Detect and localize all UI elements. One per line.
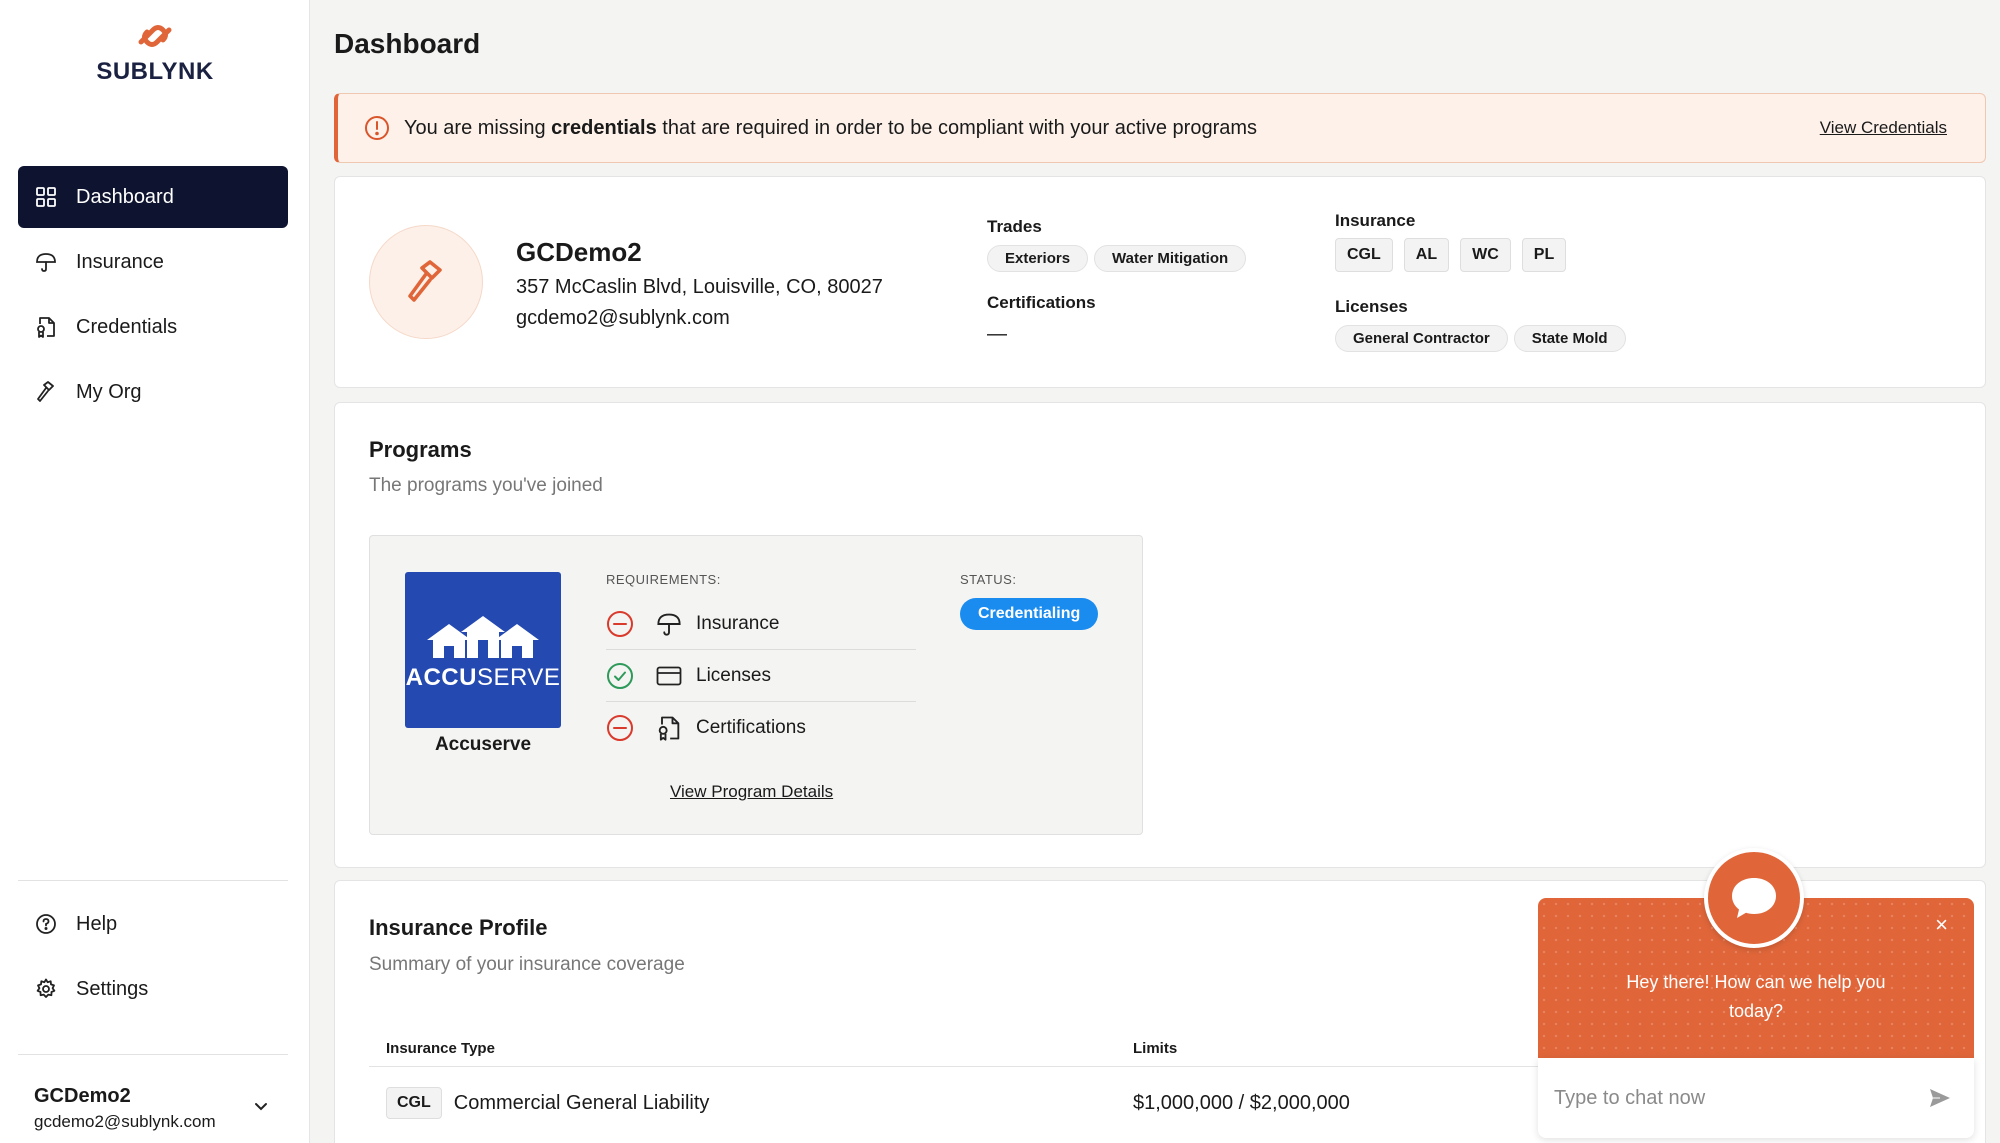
- card-icon: [656, 665, 684, 687]
- requirement-label: Insurance: [696, 612, 780, 634]
- sidebar-item-label: Dashboard: [76, 185, 174, 208]
- document-badge-icon: [34, 315, 58, 339]
- minus-circle-icon: [606, 714, 634, 742]
- insurance-tag: AL: [1403, 238, 1450, 272]
- requirement-certifications: Certifications: [606, 702, 916, 754]
- status-badge: Credentialing: [960, 598, 1099, 630]
- minus-circle-icon: [606, 610, 634, 638]
- certifications-label: Certifications: [987, 293, 1096, 312]
- insurance-type: Commercial General Liability: [453, 1091, 710, 1114]
- compliance-alert: You are missing credentials that are req…: [334, 93, 1986, 163]
- hammer-icon: [408, 260, 442, 302]
- sidebar-item-dashboard[interactable]: Dashboard: [18, 166, 288, 228]
- org-profile-card: GCDemo2 357 McCaslin Blvd, Louisville, C…: [334, 176, 1986, 388]
- licenses-list: General Contractor State Mold: [1335, 325, 1626, 352]
- column-header-type: Insurance Type: [386, 1040, 495, 1057]
- user-email: gcdemo2@sublynk.com: [34, 1112, 216, 1131]
- view-program-details-link[interactable]: View Program Details: [670, 782, 833, 802]
- insurance-tags: CGL AL WC PL: [1335, 238, 1567, 272]
- trades-label: Trades: [987, 217, 1042, 236]
- logo-text: ACCUSERVE: [405, 664, 561, 691]
- insurance-tag: PL: [1521, 238, 1567, 272]
- insurance-tag: CGL: [1335, 238, 1393, 272]
- umbrella-icon: [656, 611, 684, 637]
- page-title: Dashboard: [334, 28, 481, 59]
- send-icon[interactable]: [1928, 1086, 1952, 1115]
- requirements-list: Insurance Licenses Certifications: [606, 598, 916, 754]
- trade-chip: Water Mitigation: [1094, 245, 1247, 272]
- accuserve-logo: ACCUSERVE: [405, 572, 561, 728]
- program-name: Accuserve: [434, 734, 532, 755]
- sidebar-item-my-org[interactable]: My Org: [18, 361, 288, 423]
- sidebar-item-settings[interactable]: Settings: [18, 958, 288, 1020]
- gear-icon: [34, 977, 58, 1001]
- insurance-profile-title: Insurance Profile: [369, 915, 548, 940]
- chat-greeting: Hey there! How can we help you today?: [1626, 972, 1886, 1021]
- umbrella-icon: [34, 250, 58, 274]
- sidebar-item-credentials[interactable]: Credentials: [18, 296, 288, 358]
- sidebar-item-label: Credentials: [76, 315, 178, 338]
- user-name: GCDemo2: [34, 1085, 131, 1107]
- requirements-label: REQUIREMENTS:: [606, 572, 721, 587]
- licenses-label: Licenses: [1335, 297, 1408, 316]
- sidebar: SUBLYNK Dashboard Insurance Credentials …: [0, 0, 310, 1143]
- program-card: ACCUSERVE Accuserve REQUIREMENTS: Insura…: [369, 535, 1143, 835]
- logo-text: SUBLYNK: [96, 58, 214, 85]
- chat-input[interactable]: [1554, 1086, 1894, 1110]
- programs-subtitle: The programs you've joined: [369, 475, 603, 496]
- trades-list: Exteriors Water Mitigation: [987, 245, 1247, 272]
- org-name: GCDemo2: [516, 237, 642, 267]
- org-email: gcdemo2@sublynk.com: [516, 307, 730, 329]
- avatar: [369, 225, 483, 339]
- insurance-code-tag: CGL: [386, 1087, 442, 1119]
- alert-bold-text: credentials: [551, 116, 657, 139]
- main-nav: Dashboard Insurance Credentials My Org: [18, 166, 288, 426]
- sidebar-bottom-nav: Help Settings: [18, 880, 288, 1023]
- trade-chip: Exteriors: [987, 245, 1089, 272]
- view-credentials-link[interactable]: View Credentials: [1820, 118, 1947, 138]
- certifications-value: —: [987, 323, 1007, 345]
- license-chip: General Contractor: [1335, 325, 1508, 352]
- document-badge-icon: [656, 714, 684, 742]
- houses-icon: [427, 616, 539, 658]
- grid-icon: [34, 185, 58, 209]
- insurance-tag: WC: [1460, 238, 1511, 272]
- insurance-label: Insurance: [1335, 211, 1416, 230]
- user-menu[interactable]: GCDemo2 gcdemo2@sublynk.com: [18, 1054, 288, 1132]
- close-icon[interactable]: ×: [1935, 912, 1948, 938]
- sidebar-item-label: Insurance: [76, 250, 164, 273]
- chevron-down-icon[interactable]: [252, 1097, 270, 1120]
- chat-bubble-icon[interactable]: [1704, 848, 1804, 948]
- alert-text: You are missing credentials that are req…: [404, 116, 1258, 139]
- alert-circle-icon: [364, 115, 390, 141]
- help-circle-icon: [34, 912, 58, 936]
- sidebar-item-insurance[interactable]: Insurance: [18, 231, 288, 293]
- sidebar-item-label: Settings: [76, 977, 149, 1000]
- license-chip: State Mold: [1513, 325, 1626, 352]
- insurance-profile-subtitle: Summary of your insurance coverage: [369, 954, 685, 975]
- requirement-licenses: Licenses: [606, 650, 916, 702]
- requirement-label: Licenses: [696, 664, 771, 686]
- hammer-icon: [34, 380, 58, 404]
- sidebar-item-help[interactable]: Help: [18, 893, 288, 955]
- status-label: STATUS:: [960, 572, 1017, 587]
- sidebar-item-label: Help: [76, 912, 118, 935]
- logo[interactable]: SUBLYNK: [95, 16, 215, 86]
- org-address: 357 McCaslin Blvd, Louisville, CO, 80027: [516, 276, 883, 298]
- sidebar-item-label: My Org: [76, 380, 142, 403]
- requirement-label: Certifications: [696, 717, 806, 738]
- sublynk-logo-icon: [138, 25, 172, 47]
- programs-card: Programs The programs you've joined ACCU…: [334, 402, 1986, 868]
- chat-widget: × Hey there! How can we help you today?: [1538, 848, 1974, 1138]
- requirement-insurance: Insurance: [606, 598, 916, 650]
- chat-input-bar: [1538, 1058, 1974, 1138]
- programs-title: Programs: [369, 437, 472, 462]
- check-circle-icon: [606, 662, 634, 690]
